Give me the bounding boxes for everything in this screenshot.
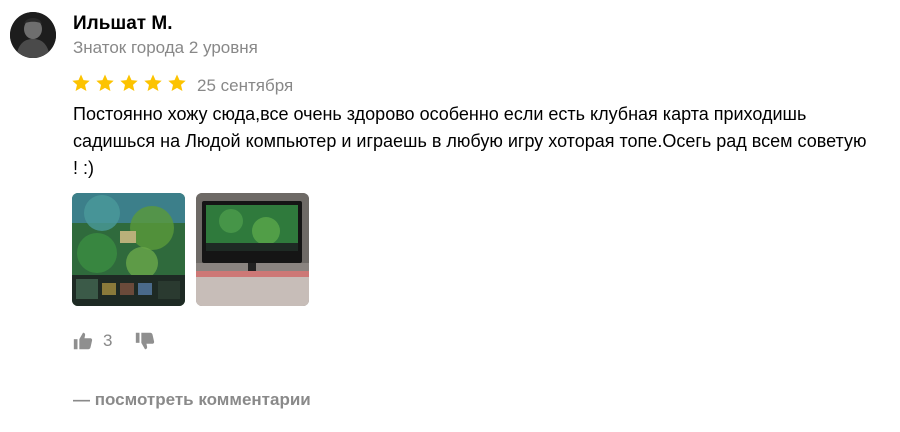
author-name[interactable]: Ильшат М.	[73, 13, 173, 35]
review-photo-2[interactable]	[196, 193, 309, 306]
view-comments-link[interactable]: — посмотреть комментарии	[73, 390, 311, 410]
avatar[interactable]	[10, 12, 56, 58]
review-text: Постоянно хожу сюда,все очень здорово ос…	[73, 104, 867, 178]
game-screenshot-photo-icon	[72, 193, 185, 306]
rating-stars	[71, 73, 187, 93]
star-icon	[144, 74, 162, 91]
reactions: 3	[72, 330, 156, 352]
like-count: 3	[103, 331, 113, 350]
dislike-button[interactable]	[134, 330, 156, 352]
author-level: Знаток города 2 уровня	[73, 38, 258, 57]
like-button[interactable]: 3	[72, 330, 134, 352]
thumbs-down-icon	[136, 332, 155, 350]
review-date: 25 сентября	[197, 76, 294, 95]
monitor-photo-icon	[196, 193, 309, 306]
star-icon	[72, 74, 90, 91]
star-icon	[168, 74, 186, 91]
user-avatar-icon	[10, 12, 56, 58]
star-icon	[96, 74, 114, 91]
thumbs-up-icon	[73, 332, 93, 350]
star-icon	[120, 74, 138, 91]
review-photo-1[interactable]	[72, 193, 185, 306]
